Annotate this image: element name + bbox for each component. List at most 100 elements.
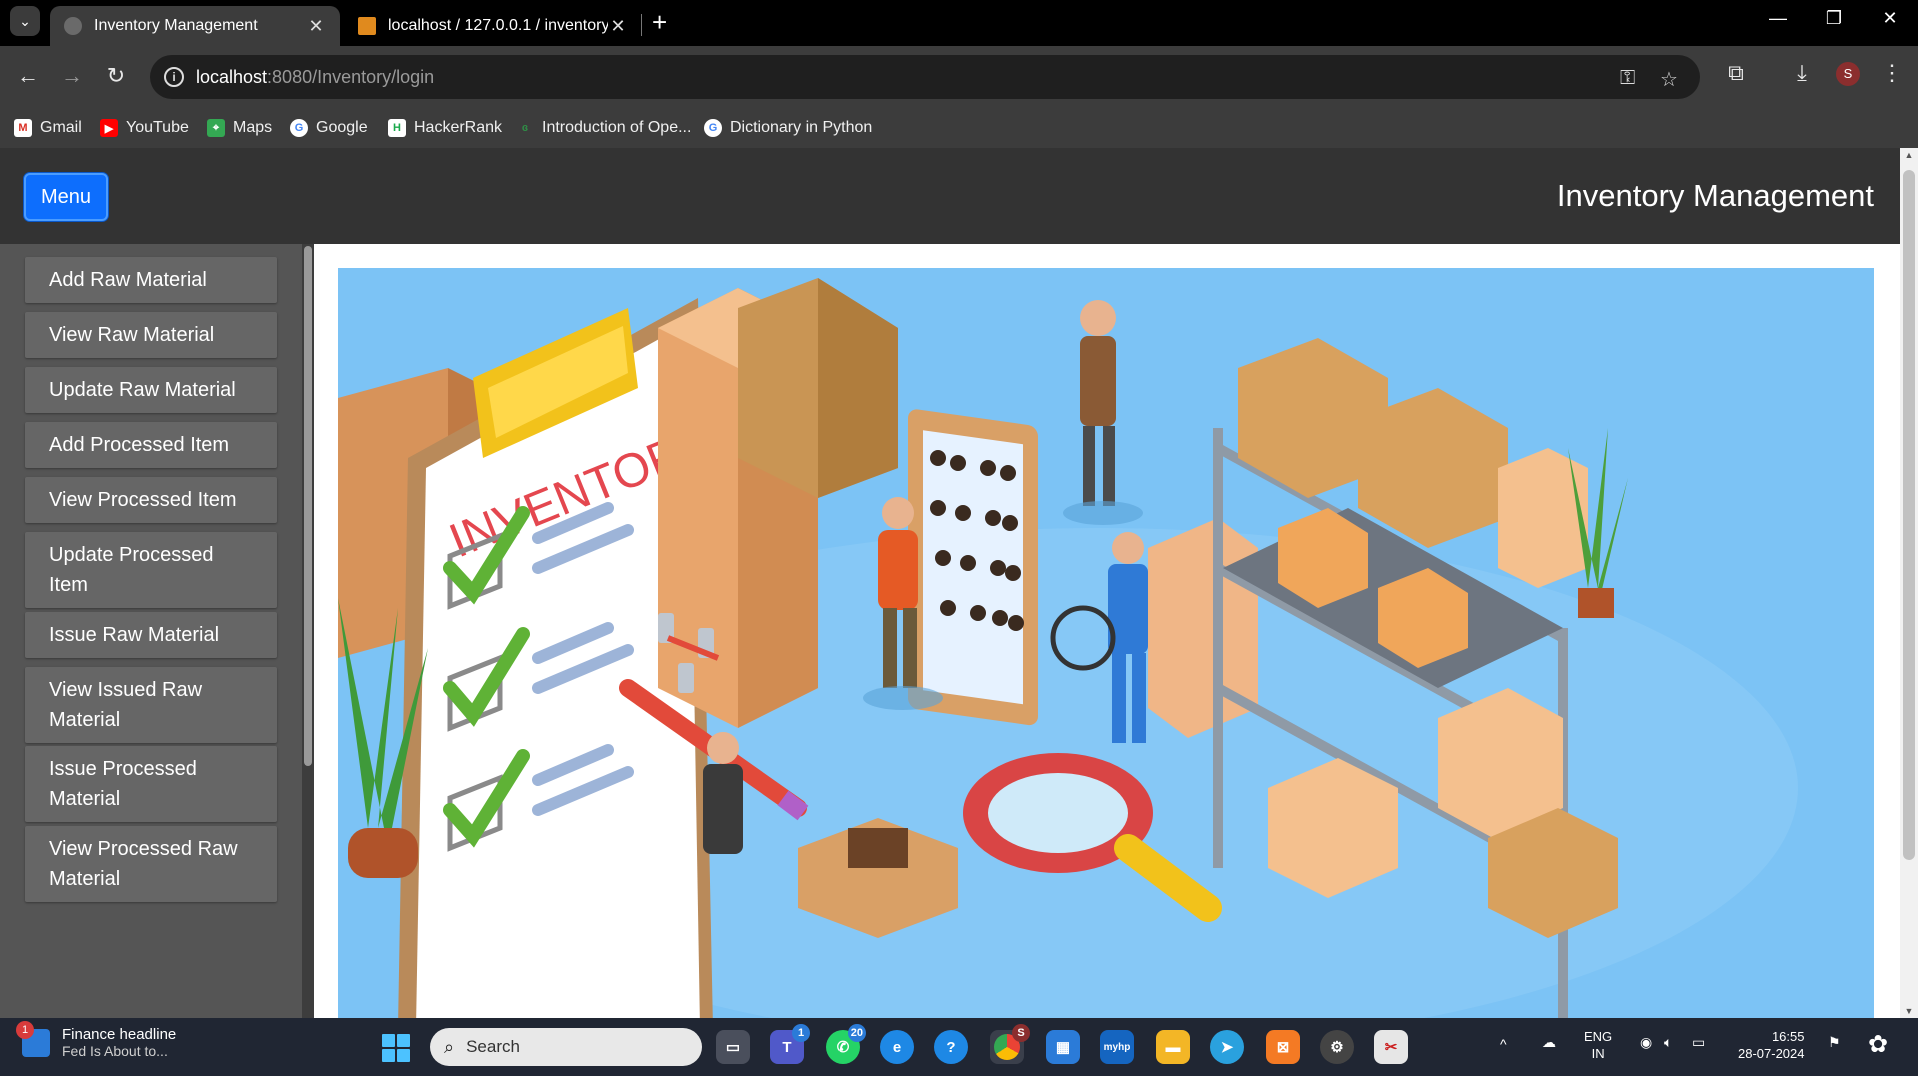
scroll-up-icon[interactable]: ▲ <box>1900 150 1918 160</box>
whatsapp-icon[interactable]: ✆ 20 <box>826 1024 866 1064</box>
bookmark-geeksforgeeks[interactable]: ɞ Introduction of Ope... <box>516 114 692 142</box>
address-bar[interactable]: i localhost:8080/Inventory/login ⚿ ☆ <box>150 55 1700 99</box>
main-content: INVENTORY <box>314 244 1900 1018</box>
notification-badge: 1 <box>16 1020 34 1039</box>
news-widget[interactable]: 1 Finance headline Fed Is About to... <box>16 1020 177 1059</box>
close-icon[interactable]: ✕ <box>608 16 628 37</box>
tab-title: localhost / 127.0.0.1 / inventory <box>388 17 608 34</box>
window-close-icon[interactable]: ✕ <box>1870 8 1910 29</box>
help-icon[interactable]: ? <box>934 1030 968 1064</box>
notification-bell-icon[interactable]: ⚑ <box>1828 1034 1841 1051</box>
inventory-hero-illustration: INVENTORY <box>338 268 1874 1018</box>
chevron-up-icon[interactable]: ^ <box>1500 1036 1507 1052</box>
bookmark-star-icon[interactable]: ☆ <box>1660 67 1678 92</box>
scroll-down-icon[interactable]: ▼ <box>1900 1006 1918 1016</box>
windows-start-icon[interactable] <box>382 1034 410 1062</box>
password-key-icon[interactable]: ⚿ <box>1620 67 1635 90</box>
language-indicator[interactable]: ENG IN <box>1584 1028 1612 1062</box>
url-text[interactable]: localhost:8080/Inventory/login <box>196 67 434 88</box>
warehouse-illustration: INVENTORY <box>338 268 1874 1018</box>
menu-button[interactable]: Menu <box>24 173 108 221</box>
google-icon: G <box>704 119 722 137</box>
news-subtext: Fed Is About to... <box>62 1043 168 1059</box>
reload-icon[interactable]: ↻ <box>100 60 132 92</box>
battery-icon[interactable]: ▭ <box>1692 1034 1705 1051</box>
bookmark-google[interactable]: G Google <box>290 114 368 142</box>
news-icon: 1 <box>16 1020 50 1057</box>
taskbar-search[interactable]: ⌕ Search <box>430 1028 702 1066</box>
clock[interactable]: 16:55 28-07-2024 <box>1738 1028 1805 1062</box>
teams-badge: 1 <box>792 1024 810 1042</box>
tab-separator <box>641 14 642 36</box>
copilot-icon[interactable]: ✿ <box>1868 1030 1888 1059</box>
site-info-icon[interactable]: i <box>164 67 184 87</box>
snipping-tool-icon[interactable]: ✂ <box>1374 1030 1408 1064</box>
chrome-profile-badge: S <box>1012 1024 1030 1042</box>
sidebar-item-view-processed-raw-material[interactable]: View Processed Raw Material <box>25 826 277 902</box>
telegram-icon[interactable]: ➤ <box>1210 1030 1244 1064</box>
maps-icon: ⌖ <box>207 119 225 137</box>
bookmark-maps[interactable]: ⌖ Maps <box>207 114 272 142</box>
bookmark-gmail[interactable]: M Gmail <box>14 114 82 142</box>
restore-icon[interactable]: ❐ <box>1814 8 1854 29</box>
close-icon[interactable]: ✕ <box>306 16 326 37</box>
sidebar-scrollbar[interactable] <box>302 244 314 1018</box>
chrome-icon[interactable]: S <box>990 1024 1030 1064</box>
globe-icon <box>64 17 82 35</box>
extensions-icon[interactable]: ⧉ <box>1720 60 1752 86</box>
sidebar-item-update-processed-item[interactable]: Update Processed Item <box>25 532 277 608</box>
xampp-icon[interactable]: ⊠ <box>1266 1030 1300 1064</box>
bookmark-dictionary-python[interactable]: G Dictionary in Python <box>704 114 872 142</box>
gmail-icon: M <box>14 119 32 137</box>
sidebar-item-view-raw-material[interactable]: View Raw Material <box>25 312 277 358</box>
browser-tab-strip: ⌄ Inventory Management ✕ localhost / 127… <box>0 0 1918 46</box>
minimize-icon[interactable]: — <box>1758 8 1798 29</box>
page-title: Inventory Management <box>1556 178 1874 213</box>
sidebar: Add Raw Material View Raw Material Update … <box>0 244 302 1018</box>
scrollbar-thumb[interactable] <box>1903 170 1915 860</box>
sidebar-item-add-processed-item[interactable]: Add Processed Item <box>25 422 277 468</box>
sidebar-item-add-raw-material[interactable]: Add Raw Material <box>25 257 277 303</box>
onedrive-icon[interactable]: ☁ <box>1542 1034 1556 1051</box>
microsoft-store-icon[interactable]: ▦ <box>1046 1030 1080 1064</box>
back-icon[interactable]: ← <box>12 60 44 92</box>
sidebar-item-update-raw-material[interactable]: Update Raw Material <box>25 367 277 413</box>
geeksforgeeks-icon: ɞ <box>521 122 529 134</box>
windows-taskbar: 1 Finance headline Fed Is About to... ⌕ … <box>0 1018 1918 1076</box>
download-icon[interactable]: ⤓ <box>1786 60 1818 86</box>
edge-icon[interactable]: e <box>880 1030 914 1064</box>
myhp-icon[interactable]: myhp <box>1100 1030 1134 1064</box>
bookmarks-bar: M Gmail ▶ YouTube ⌖ Maps G Google H Hack… <box>0 108 1918 148</box>
scrollbar-thumb[interactable] <box>304 246 312 766</box>
page-scrollbar[interactable]: ▲ ▼ <box>1900 148 1918 1018</box>
browser-toolbar: ← → ↻ i localhost:8080/Inventory/login ⚿… <box>0 46 1918 108</box>
youtube-icon: ▶ <box>100 119 118 137</box>
file-explorer-icon[interactable]: ▬ <box>1156 1030 1190 1064</box>
profile-avatar[interactable]: S <box>1836 62 1860 86</box>
sidebar-item-issue-processed-material[interactable]: Issue Processed Material <box>25 746 277 822</box>
app-header: Menu Inventory Management <box>0 148 1900 244</box>
sidebar-item-view-processed-item[interactable]: View Processed Item <box>25 477 277 523</box>
news-headline: Finance headline <box>62 1026 177 1043</box>
google-icon: G <box>290 119 308 137</box>
chrome-menu-icon[interactable]: ⋮ <box>1876 60 1908 86</box>
web-page: Menu Inventory Management Add Raw Materi… <box>0 148 1900 1018</box>
bookmark-youtube[interactable]: ▶ YouTube <box>100 114 189 142</box>
search-placeholder: Search <box>466 1037 520 1056</box>
task-view-icon[interactable]: ▭ <box>716 1030 750 1064</box>
tab-inventory-management[interactable]: Inventory Management ✕ <box>50 6 340 46</box>
new-tab-icon[interactable]: + <box>652 8 667 36</box>
phpmyadmin-icon <box>358 17 376 35</box>
volume-icon[interactable]: 🔈︎ <box>1664 1034 1672 1051</box>
settings-gear-icon[interactable]: ⚙ <box>1320 1030 1354 1064</box>
sidebar-item-issue-raw-material[interactable]: Issue Raw Material <box>25 612 277 658</box>
sidebar-item-view-issued-raw-material[interactable]: View Issued Raw Material <box>25 667 277 743</box>
forward-icon[interactable]: → <box>56 60 88 92</box>
search-icon: ⌕ <box>444 1036 455 1057</box>
teams-icon[interactable]: T1 <box>770 1024 810 1064</box>
wifi-icon[interactable]: ◉ <box>1640 1034 1652 1051</box>
tab-search-button[interactable]: ⌄ <box>10 6 40 36</box>
bookmark-hackerrank[interactable]: H HackerRank <box>388 114 502 142</box>
hackerrank-icon: H <box>388 119 406 137</box>
tab-phpmyadmin[interactable]: localhost / 127.0.0.1 / inventory ✕ <box>344 6 642 46</box>
